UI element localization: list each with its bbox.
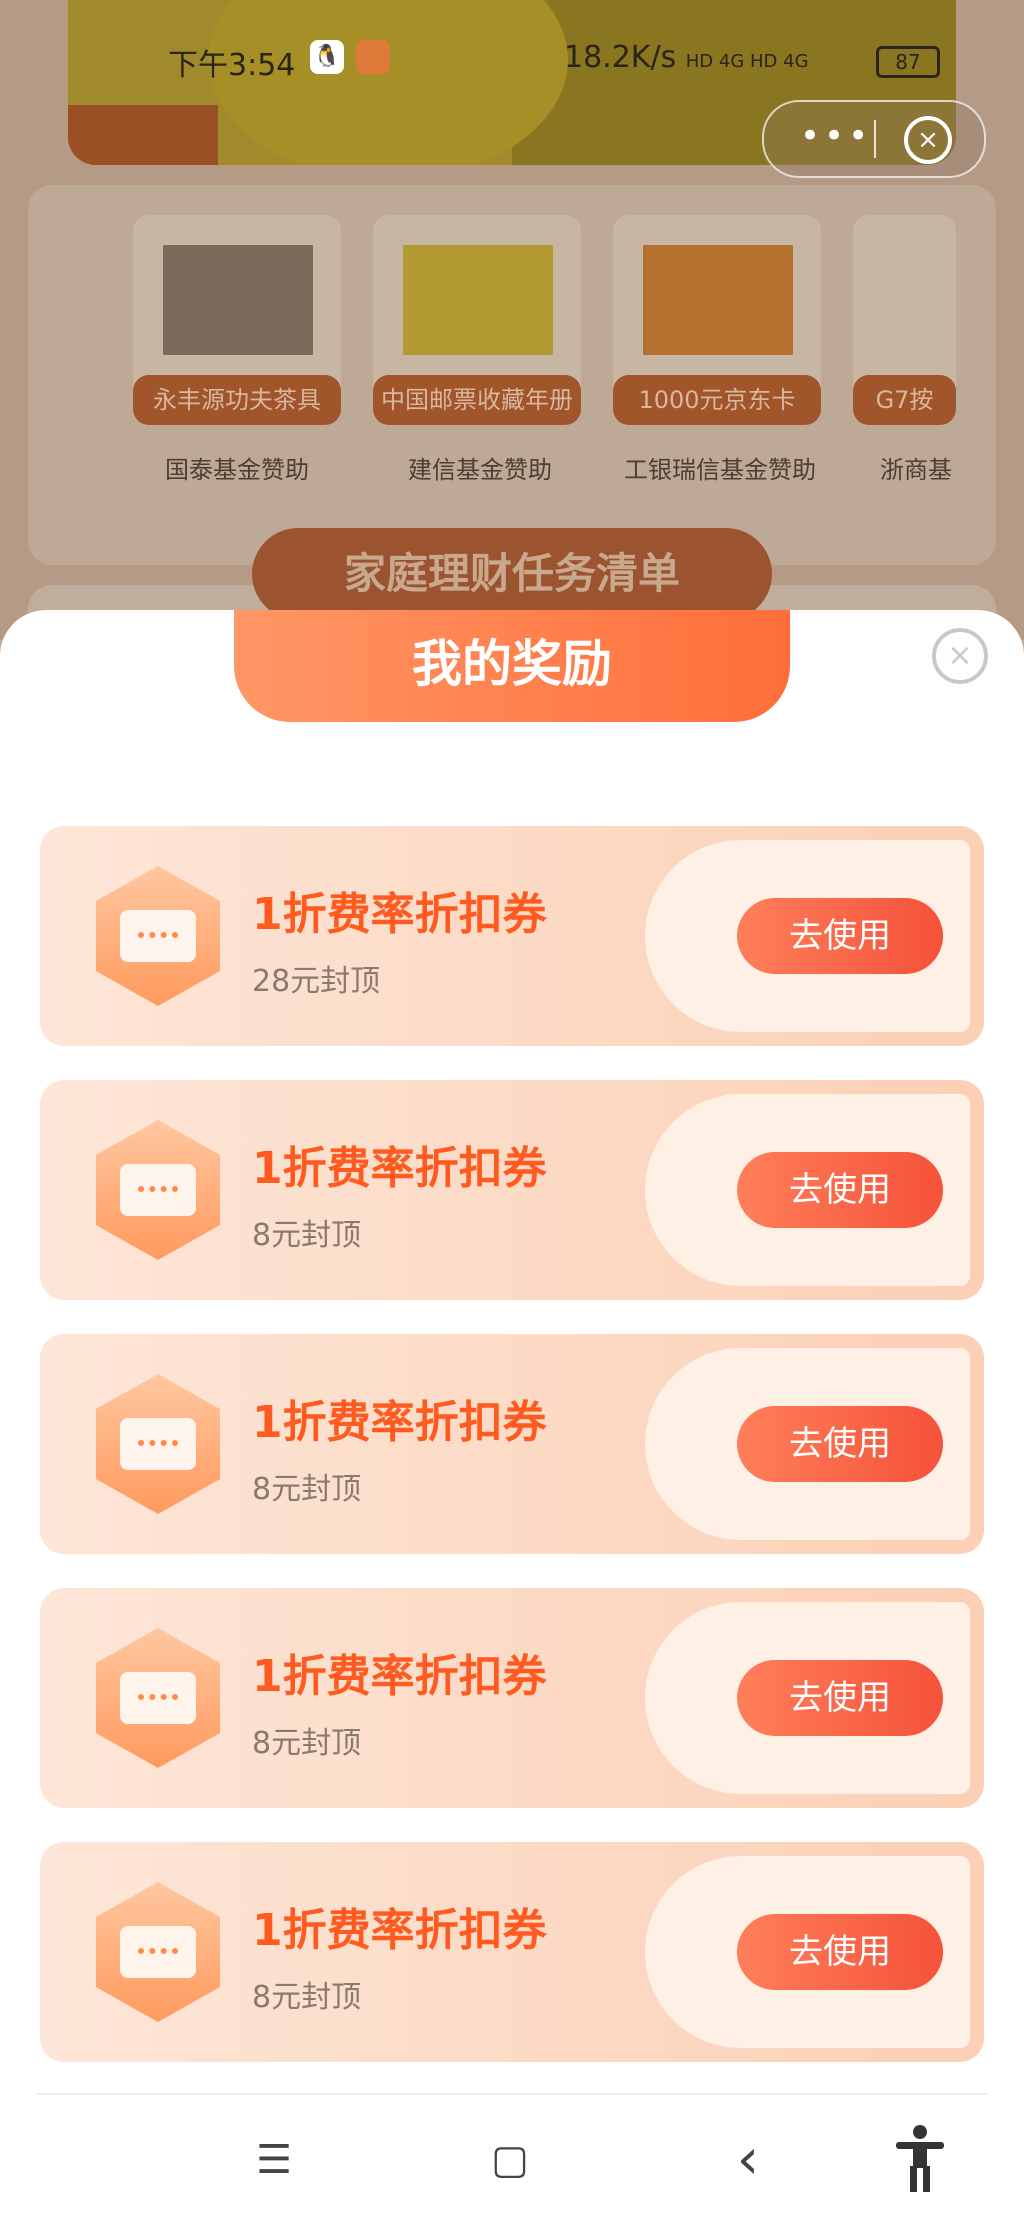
coupon-name: 1折费率折扣券 [252, 889, 547, 940]
gift-tag: G7按 [853, 375, 956, 425]
more-dots-icon[interactable]: ••• [800, 116, 872, 156]
status-bar: 下午3:54 🐧 18.2K/s HD 4G HD 4G 87 [0, 28, 1024, 90]
system-nav-bar: ☰ ▢ ‹ [0, 2096, 1024, 2219]
gift-image [403, 245, 553, 355]
gift-tag: 中国邮票收藏年册 [373, 375, 581, 425]
gift-card: G7按 [853, 215, 956, 425]
coupon-ticket-icon [96, 1628, 220, 1768]
use-coupon-button[interactable]: 去使用 [737, 898, 943, 974]
task-list-title: 家庭理财任务清单 [252, 528, 772, 620]
coupon-card: 1折费率折扣券 8元封顶 去使用 [40, 1842, 984, 2062]
coupon-cap: 8元封顶 [252, 1218, 362, 1253]
coupon-cap: 8元封顶 [252, 1472, 362, 1507]
back-icon[interactable]: ‹ [718, 2130, 778, 2190]
coupon-name: 1折费率折扣券 [252, 1651, 547, 1702]
gift-sponsor: 工银瑞信基金赞助 [624, 456, 816, 484]
gift-tag: 永丰源功夫茶具 [133, 375, 341, 425]
coupon-cap: 8元封顶 [252, 1980, 362, 2015]
gift-sponsor: 浙商基 [880, 456, 952, 484]
menu-icon[interactable]: ☰ [244, 2130, 304, 2190]
gift-card: 1000元京东卡 [613, 215, 821, 425]
close-circle-icon[interactable]: × [904, 116, 952, 164]
gift-image [163, 245, 313, 355]
gift-card: 永丰源功夫茶具 [133, 215, 341, 425]
coupon-ticket-icon [96, 866, 220, 1006]
gift-sponsor: 建信基金赞助 [408, 456, 552, 484]
use-coupon-button[interactable]: 去使用 [737, 1406, 943, 1482]
coupon-ticket-icon [96, 1374, 220, 1514]
gift-card: 中国邮票收藏年册 [373, 215, 581, 425]
coupon-name: 1折费率折扣券 [252, 1905, 547, 1956]
gift-tag: 1000元京东卡 [613, 375, 821, 425]
coupon-name: 1折费率折扣券 [252, 1143, 547, 1194]
home-icon[interactable]: ▢ [480, 2130, 540, 2190]
coupon-cap: 28元封顶 [252, 964, 381, 999]
gift-image [643, 245, 793, 355]
coupon-card: 1折费率折扣券 8元封顶 去使用 [40, 1334, 984, 1554]
use-coupon-button[interactable]: 去使用 [737, 1914, 943, 1990]
coupon-card: 1折费率折扣券 8元封顶 去使用 [40, 1080, 984, 1300]
qq-icon: 🐧 [310, 40, 344, 74]
close-circle-icon[interactable]: × [932, 628, 988, 684]
use-coupon-button[interactable]: 去使用 [737, 1660, 943, 1736]
accessibility-icon[interactable] [892, 2124, 948, 2194]
coupon-cap: 8元封顶 [252, 1726, 362, 1761]
battery-icon: 87 [876, 46, 940, 78]
network-speed: 18.2K/s HD 4G HD 4G [564, 40, 809, 75]
mini-program-capsule: ••• × [762, 100, 986, 178]
coupon-ticket-icon [96, 1120, 220, 1260]
gift-sponsor: 国泰基金赞助 [165, 456, 309, 484]
coupon-name: 1折费率折扣券 [252, 1397, 547, 1448]
status-time: 下午3:54 [168, 48, 296, 83]
rewards-title: 我的奖励 [234, 610, 790, 722]
coupon-ticket-icon [96, 1882, 220, 2022]
nav-divider [36, 2093, 988, 2095]
app-notification-icon [356, 40, 390, 74]
coupon-card: 1折费率折扣券 28元封顶 去使用 [40, 826, 984, 1046]
use-coupon-button[interactable]: 去使用 [737, 1152, 943, 1228]
coupon-card: 1折费率折扣券 8元封顶 去使用 [40, 1588, 984, 1808]
